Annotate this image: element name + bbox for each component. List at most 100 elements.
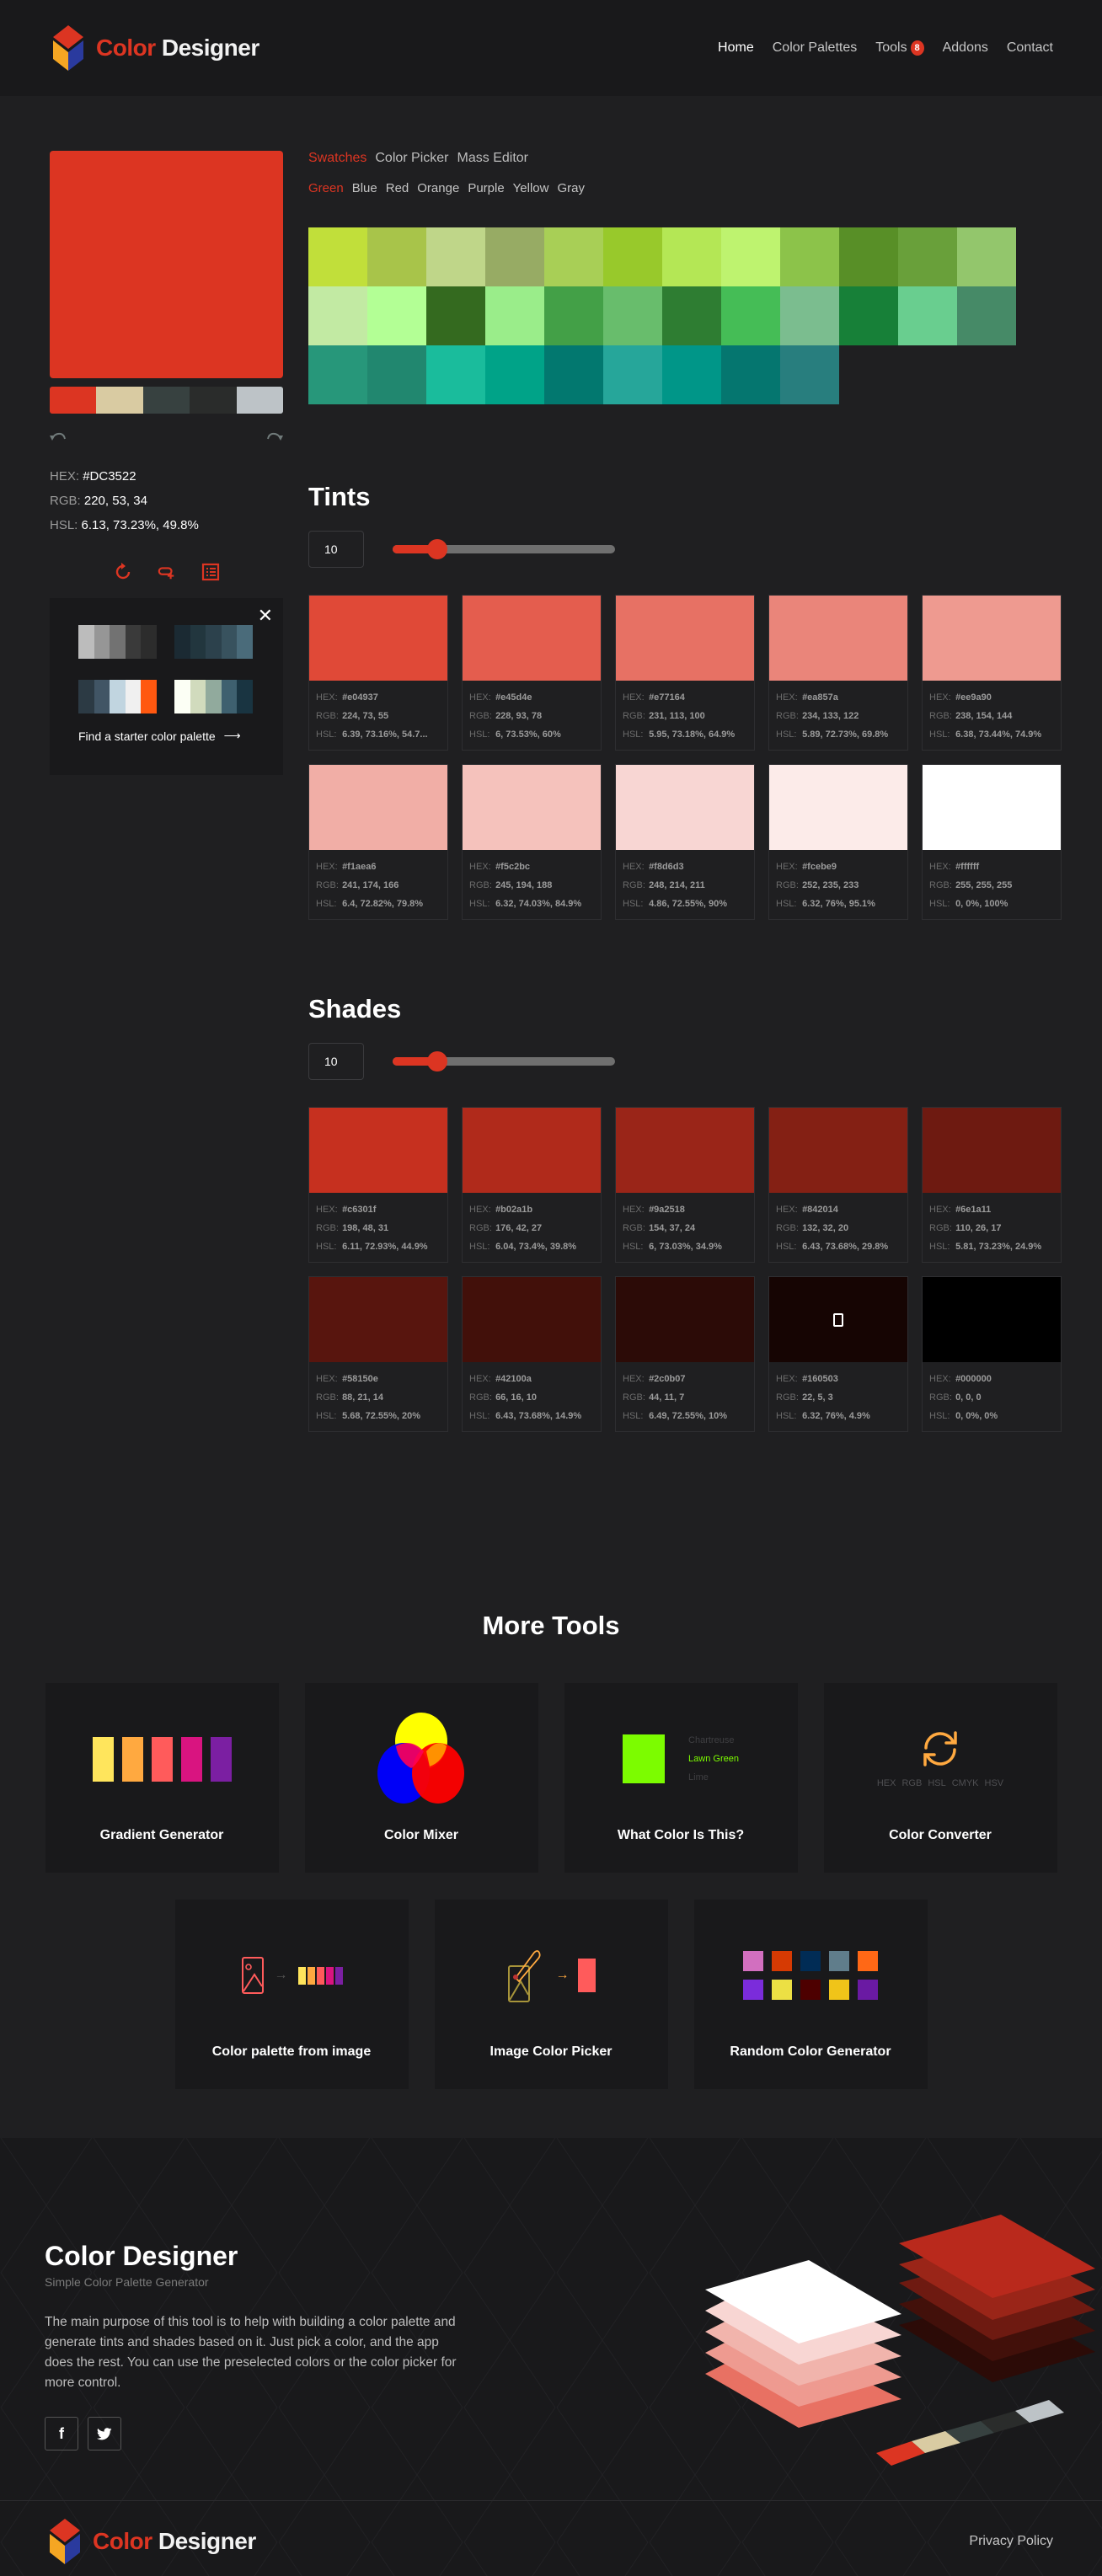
shade-card[interactable]: HEX: #58150e RGB: 88, 21, 14 HSL: 5.68, 72… bbox=[308, 1276, 448, 1432]
swatch[interactable] bbox=[367, 345, 426, 404]
rgb-value[interactable]: 220, 53, 34 bbox=[84, 494, 147, 508]
current-color-swatch[interactable] bbox=[50, 151, 283, 378]
card-swatch[interactable] bbox=[923, 596, 1061, 681]
hex-value[interactable]: #9a2518 bbox=[649, 1205, 685, 1215]
rgb-value[interactable]: 176, 42, 27 bbox=[495, 1223, 542, 1233]
rgb-value[interactable]: 224, 73, 55 bbox=[342, 711, 388, 721]
swatch[interactable] bbox=[839, 227, 898, 286]
hsl-value[interactable]: 5.68, 72.55%, 20% bbox=[342, 1411, 420, 1421]
find-starter-palette-link[interactable]: Find a starter color palette ⟶ bbox=[78, 729, 254, 743]
swatch[interactable] bbox=[603, 286, 662, 345]
rgb-value[interactable]: 245, 194, 188 bbox=[495, 880, 552, 890]
hsl-value[interactable]: 6.43, 73.68%, 14.9% bbox=[495, 1411, 581, 1421]
subtab-green[interactable]: Green bbox=[308, 181, 344, 195]
swatch[interactable] bbox=[662, 345, 721, 404]
hex-value[interactable]: #DC3522 bbox=[83, 469, 136, 484]
rgb-value[interactable]: 238, 154, 144 bbox=[955, 711, 1012, 721]
palette-color[interactable] bbox=[142, 387, 190, 414]
swatch[interactable] bbox=[308, 345, 367, 404]
hsl-value[interactable]: 6.11, 72.93%, 44.9% bbox=[342, 1242, 428, 1252]
tab-swatches[interactable]: Swatches bbox=[308, 151, 366, 166]
tint-card[interactable]: HEX: #ea857a RGB: 234, 133, 122 HSL: 5.89,… bbox=[768, 595, 908, 751]
card-swatch[interactable] bbox=[769, 765, 907, 850]
swatch[interactable] bbox=[898, 286, 957, 345]
tint-card[interactable]: HEX: #e77164 RGB: 231, 113, 100 HSL: 5.95,… bbox=[615, 595, 755, 751]
swatch[interactable] bbox=[485, 227, 544, 286]
rgb-value[interactable]: 66, 16, 10 bbox=[495, 1392, 537, 1403]
swatch[interactable] bbox=[662, 227, 721, 286]
hsl-value[interactable]: 6.32, 76%, 4.9% bbox=[802, 1411, 870, 1421]
hsl-value[interactable]: 4.86, 72.55%, 90% bbox=[649, 899, 727, 909]
palette-color[interactable] bbox=[96, 387, 143, 414]
shade-card[interactable]: HEX: #42100a RGB: 66, 16, 10 HSL: 6.43, 73… bbox=[462, 1276, 602, 1432]
shade-card[interactable]: HEX: #842014 RGB: 132, 32, 20 HSL: 6.43, 7… bbox=[768, 1107, 908, 1263]
tool-random-color-generator[interactable]: Random Color Generator bbox=[693, 1900, 928, 2089]
swatch[interactable] bbox=[308, 286, 367, 345]
tool-image-color-picker[interactable]: → Image Color Picker bbox=[434, 1900, 668, 2089]
shades-slider[interactable] bbox=[393, 1051, 615, 1072]
swatch[interactable] bbox=[898, 227, 957, 286]
nav-contact[interactable]: Contact bbox=[1007, 40, 1053, 56]
swatch[interactable] bbox=[721, 286, 780, 345]
swatch[interactable] bbox=[544, 286, 603, 345]
hex-value[interactable]: #000000 bbox=[955, 1374, 992, 1384]
starter-palette[interactable] bbox=[174, 625, 253, 659]
swatch[interactable] bbox=[426, 345, 485, 404]
card-swatch[interactable] bbox=[616, 765, 754, 850]
swatch[interactable] bbox=[780, 286, 839, 345]
shade-card[interactable]: HEX: #9a2518 RGB: 154, 37, 24 HSL: 6, 73.0… bbox=[615, 1107, 755, 1263]
tint-card[interactable]: HEX: #fcebe9 RGB: 252, 235, 233 HSL: 6.32,… bbox=[768, 764, 908, 920]
hsl-value[interactable]: 6.32, 76%, 95.1% bbox=[802, 899, 875, 909]
swatch[interactable] bbox=[662, 286, 721, 345]
swatch[interactable] bbox=[957, 286, 1016, 345]
nav-addons[interactable]: Addons bbox=[943, 40, 988, 56]
card-swatch[interactable] bbox=[923, 1277, 1061, 1362]
shade-card[interactable]: HEX: #c6301f RGB: 198, 48, 31 HSL: 6.11, 7… bbox=[308, 1107, 448, 1263]
card-swatch[interactable] bbox=[616, 1108, 754, 1193]
starter-palette[interactable] bbox=[174, 680, 253, 713]
hex-value[interactable]: #e45d4e bbox=[495, 692, 532, 703]
card-swatch[interactable] bbox=[309, 1277, 447, 1362]
swatch[interactable] bbox=[308, 227, 367, 286]
rgb-value[interactable]: 248, 214, 211 bbox=[649, 880, 705, 890]
nav-home[interactable]: Home bbox=[718, 40, 754, 56]
tints-count-input[interactable]: 10 bbox=[308, 531, 364, 568]
shade-card[interactable]: HEX: #000000 RGB: 0, 0, 0 HSL: 0, 0%, 0% bbox=[922, 1276, 1062, 1432]
swatch[interactable] bbox=[367, 286, 426, 345]
hex-value[interactable]: #2c0b07 bbox=[649, 1374, 685, 1384]
tool-color-converter[interactable]: HEX RGB HSL CMYK HSV Color Converter bbox=[823, 1683, 1057, 1873]
card-swatch[interactable] bbox=[463, 1277, 601, 1362]
starter-palette[interactable] bbox=[78, 625, 157, 659]
shade-card[interactable]: HEX: #160503 RGB: 22, 5, 3 HSL: 6.32, 76%,… bbox=[768, 1276, 908, 1432]
hex-value[interactable]: #58150e bbox=[342, 1374, 378, 1384]
rgb-value[interactable]: 0, 0, 0 bbox=[955, 1392, 982, 1403]
subtab-gray[interactable]: Gray bbox=[557, 181, 585, 195]
palette-color[interactable] bbox=[50, 387, 97, 414]
card-swatch[interactable] bbox=[616, 1277, 754, 1362]
redo-icon[interactable] bbox=[266, 430, 283, 442]
rgb-value[interactable]: 22, 5, 3 bbox=[802, 1392, 833, 1403]
shade-card[interactable]: HEX: #b02a1b RGB: 176, 42, 27 HSL: 6.04, 7… bbox=[462, 1107, 602, 1263]
hex-value[interactable]: #f1aea6 bbox=[342, 862, 376, 872]
swatch[interactable] bbox=[544, 345, 603, 404]
hex-value[interactable]: #160503 bbox=[802, 1374, 838, 1384]
hsl-value[interactable]: 6.13, 73.23%, 49.8% bbox=[82, 518, 199, 532]
privacy-policy-link[interactable]: Privacy Policy bbox=[969, 2534, 1053, 2549]
hsl-value[interactable]: 5.95, 73.18%, 64.9% bbox=[649, 730, 735, 740]
hex-value[interactable]: #f8d6d3 bbox=[649, 862, 684, 872]
link-add-icon[interactable] bbox=[158, 563, 176, 581]
card-swatch[interactable] bbox=[463, 765, 601, 850]
hex-value[interactable]: #c6301f bbox=[342, 1205, 376, 1215]
swatch[interactable] bbox=[839, 286, 898, 345]
card-swatch[interactable] bbox=[616, 596, 754, 681]
swatch[interactable] bbox=[426, 286, 485, 345]
hsl-value[interactable]: 6, 73.03%, 34.9% bbox=[649, 1242, 722, 1252]
list-icon[interactable] bbox=[201, 563, 220, 581]
tint-card[interactable]: HEX: #ee9a90 RGB: 238, 154, 144 HSL: 6.38,… bbox=[922, 595, 1062, 751]
tint-card[interactable]: HEX: #e45d4e RGB: 228, 93, 78 HSL: 6, 73.5… bbox=[462, 595, 602, 751]
swatch[interactable] bbox=[603, 345, 662, 404]
hsl-value[interactable]: 6.38, 73.44%, 74.9% bbox=[955, 730, 1041, 740]
subtab-yellow[interactable]: Yellow bbox=[513, 181, 549, 195]
rgb-value[interactable]: 88, 21, 14 bbox=[342, 1392, 383, 1403]
hsl-value[interactable]: 6.49, 72.55%, 10% bbox=[649, 1411, 727, 1421]
